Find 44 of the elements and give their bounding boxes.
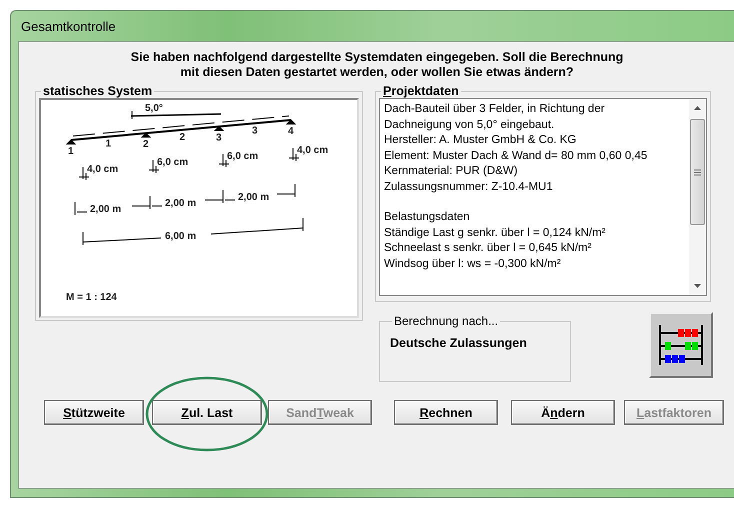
thickness-label: 4,0 cm: [297, 145, 328, 156]
group-title: Berechnung nach...: [393, 314, 500, 328]
scroll-up-icon[interactable]: [693, 105, 702, 111]
project-text-line: Kernmaterial: PUR (D&W): [384, 164, 519, 179]
message-text: Sie haben nachfolgend dargestellte Systemdaten eingegeben. Soll die Berechnung: [130, 50, 624, 65]
span-number: 2: [180, 132, 186, 143]
calculation-standard: Deutsche Zulassungen: [390, 336, 527, 350]
project-text-line: Element: Muster Dach & Wand d= 80 mm 0,60 0,45: [384, 148, 648, 164]
scroll-bar[interactable]: [689, 99, 706, 295]
thickness-label: 6,0 cm: [227, 151, 258, 162]
project-text-line: Belastungsdaten: [384, 210, 471, 225]
node-number: 4: [288, 126, 294, 137]
message-text: mit diesen Daten gestartet werden, oder wollen Sie etwas ändern?: [180, 65, 574, 80]
thickness-label: 4,0 cm: [87, 164, 118, 175]
abacus-icon: [657, 323, 705, 367]
project-text-line: Schneelast s senkr. über l = 0,645 kN/m²: [384, 241, 592, 256]
group-title: statisches System: [42, 84, 154, 98]
project-text-line: Zulassungsnummer: Z-10.4-MU1: [384, 180, 554, 194]
project-text-line: Windsog über l: ws = -0,300 kN/m²: [384, 256, 562, 272]
node-number: 2: [143, 139, 149, 150]
node-number: 3: [216, 132, 222, 144]
span-length-label: 2,00 m: [238, 192, 270, 203]
dialog-button[interactable]: Zul. Last: [152, 400, 262, 425]
angle-label: 5,0°: [145, 103, 163, 114]
scroll-thumb[interactable]: [690, 119, 705, 225]
project-text-line: Ständige Last g senkr. über l = 0,124 kN/m²: [384, 226, 606, 240]
span-number: 1: [106, 138, 112, 150]
thickness-label: 6,0 cm: [157, 157, 188, 168]
span-length-label: 2,00 m: [90, 204, 122, 215]
scroll-down-icon[interactable]: [693, 283, 702, 289]
dialog-button[interactable]: Stützweite: [44, 400, 144, 425]
span-number: 3: [252, 125, 258, 136]
project-text-line: Dach-Bauteil über 3 Felder, in Richtung der: [384, 102, 606, 117]
span-length-label: 2,00 m: [165, 198, 196, 209]
project-text-line: Hersteller: A. Muster GmbH & Co. KG: [384, 133, 578, 148]
group-title: Projektdaten: [382, 84, 460, 98]
scale-label: M = 1 : 124: [66, 292, 117, 303]
project-text-line: Dachneigung von 5,0° eingebaut.: [384, 118, 556, 132]
node-number: 1: [68, 146, 74, 157]
total-length-label: 6,00 m: [165, 231, 196, 242]
window-title: Gesamtkontrolle: [21, 18, 116, 34]
calculator-button[interactable]: [649, 312, 713, 378]
dialog-button[interactable]: Ändern: [511, 400, 615, 425]
dialog-button[interactable]: Rechnen: [394, 400, 498, 425]
